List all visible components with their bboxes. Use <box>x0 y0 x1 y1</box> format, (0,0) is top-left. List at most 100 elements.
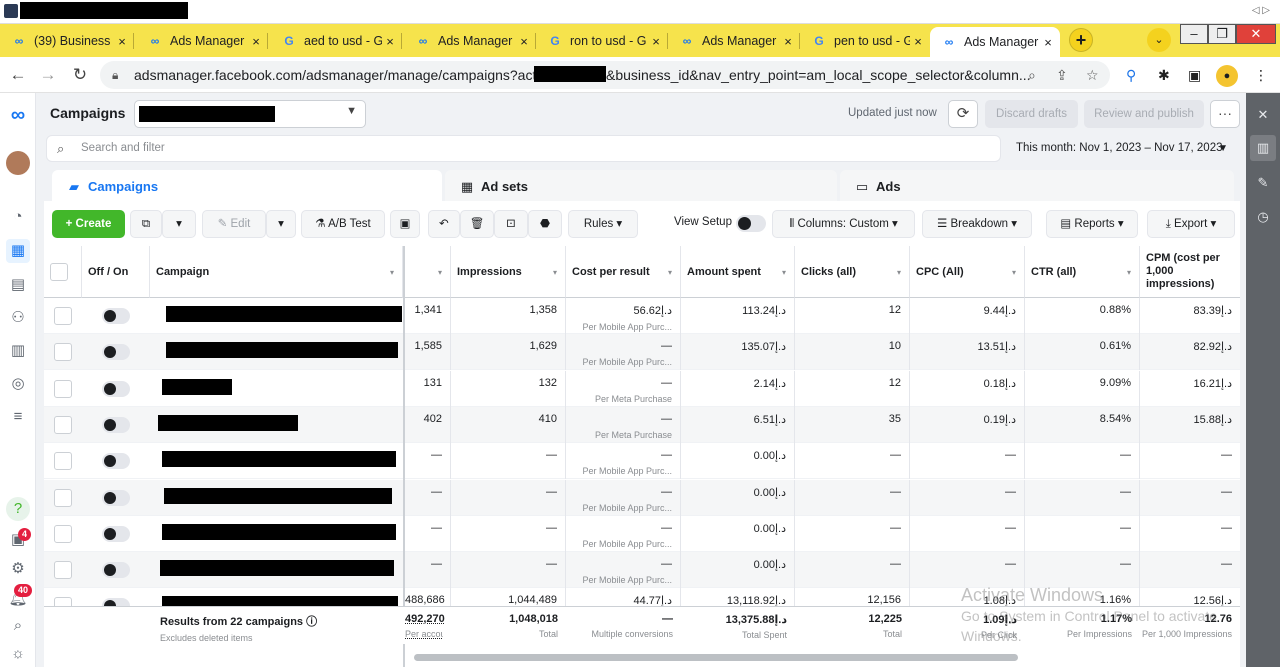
campaign-toggle[interactable] <box>102 308 130 324</box>
review-publish-button[interactable]: Review and publish <box>1084 100 1204 128</box>
archive-icon[interactable]: ▣ <box>390 210 420 238</box>
campaign-toggle[interactable] <box>102 525 130 542</box>
redacted-campaign-name[interactable] <box>162 451 396 468</box>
audiences-icon[interactable]: ⚇ <box>6 306 30 330</box>
extensions-puzzle-icon[interactable]: ✱ <box>1158 67 1170 84</box>
close-tab-icon[interactable]: × <box>648 34 664 49</box>
row-checkbox[interactable] <box>54 343 72 362</box>
close-tab-icon[interactable]: × <box>114 34 130 49</box>
table-row[interactable]: — — — Per Mobile App Purc... 0.00د.إ — — — — <box>44 479 1240 516</box>
campaigns-table-icon[interactable]: ▦ <box>6 239 30 263</box>
tab-search-chevron-icon[interactable]: ⌄ <box>1147 28 1171 52</box>
browser-tab[interactable]: Gpen to usd - G × <box>800 27 930 55</box>
minimize-icon[interactable]: – <box>1180 24 1208 44</box>
create-button[interactable]: + Create <box>52 210 125 238</box>
extension-icon[interactable]: ⚲ <box>1126 67 1136 84</box>
header-impressions[interactable]: Impressions ▾ <box>451 246 566 298</box>
bookmark-star-icon[interactable]: ☆ <box>1086 61 1099 89</box>
ab-test-button[interactable]: ⚗ A/B Test <box>301 210 385 238</box>
table-row[interactable]: 1,341 1,358 56.62د.إ Per Mobile App Purc...… <box>44 298 1240 334</box>
date-range-picker[interactable]: This month: Nov 1, 2023 – Nov 17, 2023 ▼ <box>1006 135 1236 162</box>
overview-gauge-icon[interactable]: ◔ <box>6 205 30 229</box>
info-icon[interactable]: ⓘ <box>306 616 317 628</box>
header-cpc[interactable]: CPC (All) ▾ <box>910 246 1025 298</box>
restore-icon[interactable]: ❐ <box>1208 24 1236 44</box>
zoom-icon[interactable]: ⌕ <box>1028 61 1036 89</box>
table-row[interactable]: — — — Per Mobile App Purc... 0.00د.إ — — — — <box>44 443 1240 480</box>
settings-gear-icon[interactable]: ⚙ <box>6 557 30 581</box>
header-cost-per-result[interactable]: Cost per result ▾ <box>566 246 681 298</box>
billing-icon[interactable]: ▥ <box>6 339 30 363</box>
close-panel-icon[interactable]: ✕ <box>1255 107 1271 123</box>
tab-campaigns[interactable]: ▰ Campaigns <box>52 170 442 204</box>
share-icon[interactable]: ⇪ <box>1056 61 1068 89</box>
select-all-checkbox[interactable] <box>50 262 68 281</box>
charts-icon[interactable]: ▥ <box>1250 135 1276 161</box>
close-tab-icon[interactable]: × <box>910 34 926 49</box>
row-checkbox[interactable] <box>54 307 72 325</box>
events-manager-icon[interactable]: ◎ <box>6 372 30 396</box>
header-cpm[interactable]: CPM (cost per 1,000 impressions) <box>1140 246 1240 298</box>
refresh-button[interactable]: ⟳ <box>948 100 978 128</box>
reports-icon[interactable]: ▤ <box>6 273 30 297</box>
table-row[interactable]: 402 410— Per Meta Purchase 6.51د.إ 35 0.19د.إ… <box>44 406 1240 443</box>
redacted-campaign-name[interactable] <box>166 342 398 359</box>
browser-tab-active[interactable]: ∞ Ads Manager × <box>930 27 1060 57</box>
campaign-toggle[interactable] <box>102 344 130 361</box>
bug-report-icon[interactable]: ☼ <box>6 642 30 666</box>
horizontal-scrollbar[interactable] <box>414 654 1018 661</box>
edit-button[interactable]: ✎ Edit <box>202 210 266 238</box>
campaign-toggle[interactable] <box>102 453 130 470</box>
breakdown-button[interactable]: ☰ Breakdown ▾ <box>922 210 1032 238</box>
header-campaign[interactable]: Campaign ▾ <box>150 246 403 298</box>
history-clock-icon[interactable]: ◷ <box>1255 209 1271 225</box>
delete-trash-icon[interactable]: 🗑︎ <box>460 210 494 238</box>
close-tab-icon[interactable]: × <box>516 34 532 49</box>
row-checkbox[interactable] <box>54 415 72 434</box>
tab-ads[interactable]: ▭ Ads <box>840 170 1234 204</box>
redacted-campaign-name[interactable] <box>158 414 298 431</box>
window-close-icon[interactable]: ✕ <box>1236 24 1276 44</box>
row-checkbox[interactable] <box>54 488 72 507</box>
help-icon[interactable]: ? <box>6 497 30 521</box>
campaign-toggle[interactable] <box>102 562 130 579</box>
search-filter-bar[interactable]: ⌕ Search and filter <box>46 135 1001 162</box>
header-reach[interactable]: ▾ <box>405 246 451 298</box>
edit-dropdown-icon[interactable]: ▾ <box>266 210 296 238</box>
reload-icon[interactable]: ↻ <box>70 65 90 85</box>
rules-button[interactable]: Rules ▾ <box>568 210 638 238</box>
account-selector[interactable]: ▼ <box>134 100 366 128</box>
campaign-toggle[interactable] <box>102 416 130 433</box>
discard-drafts-button[interactable]: Discard drafts <box>985 100 1078 128</box>
browser-tab[interactable]: ∞ Ads Manager × <box>404 27 536 55</box>
row-checkbox[interactable] <box>54 561 72 580</box>
row-checkbox[interactable] <box>54 379 72 398</box>
view-setup-toggle[interactable] <box>736 215 766 232</box>
table-row[interactable]: 131 132— Per Meta Purchase 2.14د.إ 12 0.18د.إ… <box>44 370 1240 407</box>
browser-tab[interactable]: ∞ Ads Manager × <box>668 27 800 55</box>
redacted-campaign-name[interactable] <box>160 560 394 577</box>
browser-tab[interactable]: ∞ (39) Business × <box>0 27 134 55</box>
table-row[interactable]: 1,585 1,629— Per Mobile App Purc... 135.07د… <box>44 334 1240 371</box>
close-tab-icon[interactable]: × <box>382 34 398 49</box>
avatar[interactable] <box>6 151 30 175</box>
close-tab-icon[interactable]: × <box>248 34 264 49</box>
columns-button[interactable]: ⦀ Columns: Custom ▾ <box>772 210 915 238</box>
close-tab-icon[interactable]: × <box>1040 35 1056 50</box>
sidepanel-icon[interactable]: ▣ <box>1188 67 1201 84</box>
tag-icon[interactable]: ⬣ <box>528 210 562 238</box>
address-bar[interactable]: 🔒︎ adsmanager.facebook.com/adsmanager/ma… <box>100 61 1110 89</box>
profile-avatar[interactable]: ● <box>1216 65 1238 87</box>
reports-button[interactable]: ▤ Reports ▾ <box>1046 210 1138 238</box>
preview-icon[interactable]: ⊡ <box>494 210 528 238</box>
close-tab-icon[interactable]: × <box>780 34 796 49</box>
new-tab-button[interactable]: + <box>1069 28 1093 52</box>
table-row[interactable]: — — — Per Mobile App Purc... 0.00د.إ — — — — <box>44 515 1240 552</box>
tab-ad-sets[interactable]: ▦ Ad sets <box>445 170 837 204</box>
undo-icon[interactable]: ↶ <box>428 210 460 238</box>
duplicate-icon[interactable]: ⧉ <box>130 210 162 238</box>
header-clicks[interactable]: Clicks (all) ▾ <box>795 246 910 298</box>
browser-tab[interactable]: ∞ Ads Manager × <box>136 27 268 55</box>
browser-menu-icon[interactable]: ⋮ <box>1254 67 1268 84</box>
table-row[interactable]: — — — Per Mobile App Purc... 0.00د.إ — — — — <box>44 552 1240 589</box>
